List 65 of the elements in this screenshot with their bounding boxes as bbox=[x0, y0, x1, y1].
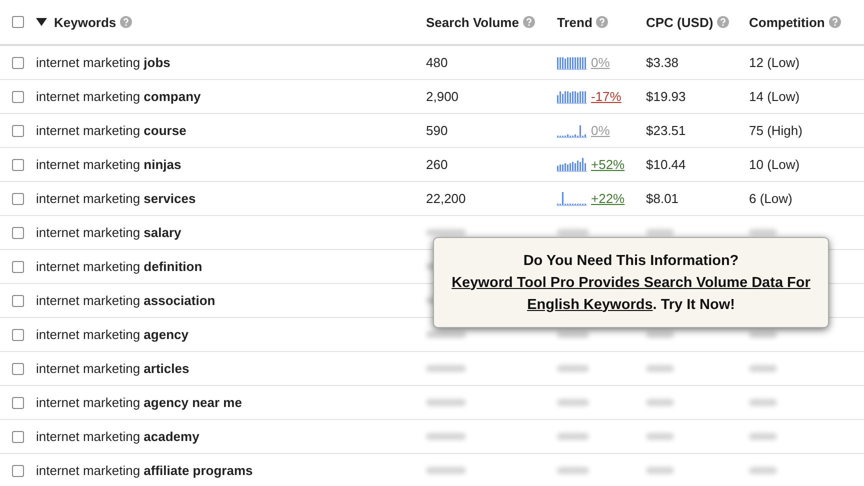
keyword-cell-text: internet marketing company bbox=[36, 89, 202, 104]
checkbox[interactable] bbox=[12, 90, 24, 102]
help-icon[interactable] bbox=[717, 16, 730, 28]
column-header[interactable]: Keywords bbox=[54, 14, 116, 30]
checkbox[interactable] bbox=[12, 226, 24, 238]
competition-cell-text: 10 (Low) bbox=[749, 157, 801, 172]
help-icon[interactable] bbox=[596, 16, 608, 28]
volume-cell-text: 22,200 bbox=[426, 191, 467, 206]
trend-change-link[interactable]: +22% bbox=[591, 191, 625, 206]
upgrade-link[interactable]: Keyword Tool Pro Provides Search Volume Data For bbox=[452, 272, 810, 294]
checkbox[interactable] bbox=[12, 294, 24, 306]
keyword-cell-text: internet marketing articles bbox=[36, 361, 190, 376]
sort-caret-icon[interactable] bbox=[36, 18, 47, 26]
checkbox[interactable] bbox=[12, 362, 24, 374]
keyword-cell-text: internet marketing academy bbox=[36, 429, 200, 444]
column-header[interactable]: Competition bbox=[749, 14, 825, 30]
checkbox[interactable] bbox=[12, 192, 24, 204]
popup-title: Do You Need This Information? bbox=[523, 252, 739, 270]
popup-text: . Try It Now! bbox=[652, 296, 735, 314]
keyword-cell-text: internet marketing services bbox=[36, 191, 197, 206]
checkbox[interactable] bbox=[12, 124, 24, 136]
sparkline-drawing bbox=[557, 56, 587, 70]
volume-cell-text: 590 bbox=[426, 123, 449, 138]
help-icon[interactable] bbox=[828, 16, 841, 28]
upgrade-link[interactable]: English Keywords bbox=[527, 294, 653, 316]
cpc-cell-text: $23.51 bbox=[646, 123, 687, 138]
sparkline-drawing bbox=[557, 90, 587, 104]
competition-cell-text: 14 (Low) bbox=[749, 89, 801, 104]
help-icon[interactable] bbox=[522, 16, 535, 28]
column-header[interactable]: Search Volume bbox=[426, 14, 519, 30]
checkbox[interactable] bbox=[12, 56, 24, 68]
keyword-cell-text: internet marketing association bbox=[36, 293, 216, 308]
cpc-cell-text: $10.44 bbox=[646, 157, 687, 172]
checkbox[interactable] bbox=[12, 430, 24, 442]
cpc-cell-text: $19.93 bbox=[646, 89, 687, 104]
sparkline-drawing bbox=[557, 158, 587, 172]
cpc-cell-text: $8.01 bbox=[646, 191, 680, 206]
trend-change-link[interactable]: -17% bbox=[591, 89, 622, 104]
keyword-cell-text: internet marketing definition bbox=[36, 259, 204, 274]
help-icon[interactable] bbox=[120, 16, 132, 28]
keyword-cell-text: internet marketing agency near me bbox=[36, 395, 243, 410]
checkbox[interactable] bbox=[12, 16, 24, 28]
competition-cell-text: 12 (Low) bbox=[749, 55, 801, 70]
checkbox[interactable] bbox=[12, 158, 24, 170]
checkbox[interactable] bbox=[12, 260, 24, 272]
sparkline-drawing bbox=[557, 124, 587, 138]
keyword-cell-text: internet marketing ninjas bbox=[36, 157, 182, 172]
checkbox[interactable] bbox=[12, 464, 24, 476]
column-header[interactable]: Trend bbox=[557, 14, 592, 30]
competition-cell-text: 75 (High) bbox=[749, 123, 804, 138]
cpc-cell-text: $3.38 bbox=[646, 55, 680, 70]
checkbox[interactable] bbox=[12, 328, 24, 340]
keyword-cell-text: internet marketing affiliate programs bbox=[36, 463, 254, 478]
volume-cell-text: 260 bbox=[426, 157, 449, 172]
volume-cell-text: 2,900 bbox=[426, 89, 460, 104]
keyword-cell-text: internet marketing course bbox=[36, 123, 188, 138]
sparkline-drawing bbox=[557, 192, 587, 206]
volume-cell-text: 480 bbox=[426, 55, 449, 70]
competition-cell-text: 6 (Low) bbox=[749, 191, 794, 206]
keyword-cell-text: internet marketing agency bbox=[36, 327, 190, 342]
keyword-cell-text: internet marketing salary bbox=[36, 225, 182, 240]
trend-change-link[interactable]: +52% bbox=[591, 157, 625, 172]
checkbox[interactable] bbox=[12, 396, 24, 408]
keyword-cell-text: internet marketing jobs bbox=[36, 55, 172, 70]
column-header[interactable]: CPC (USD) bbox=[646, 14, 714, 30]
